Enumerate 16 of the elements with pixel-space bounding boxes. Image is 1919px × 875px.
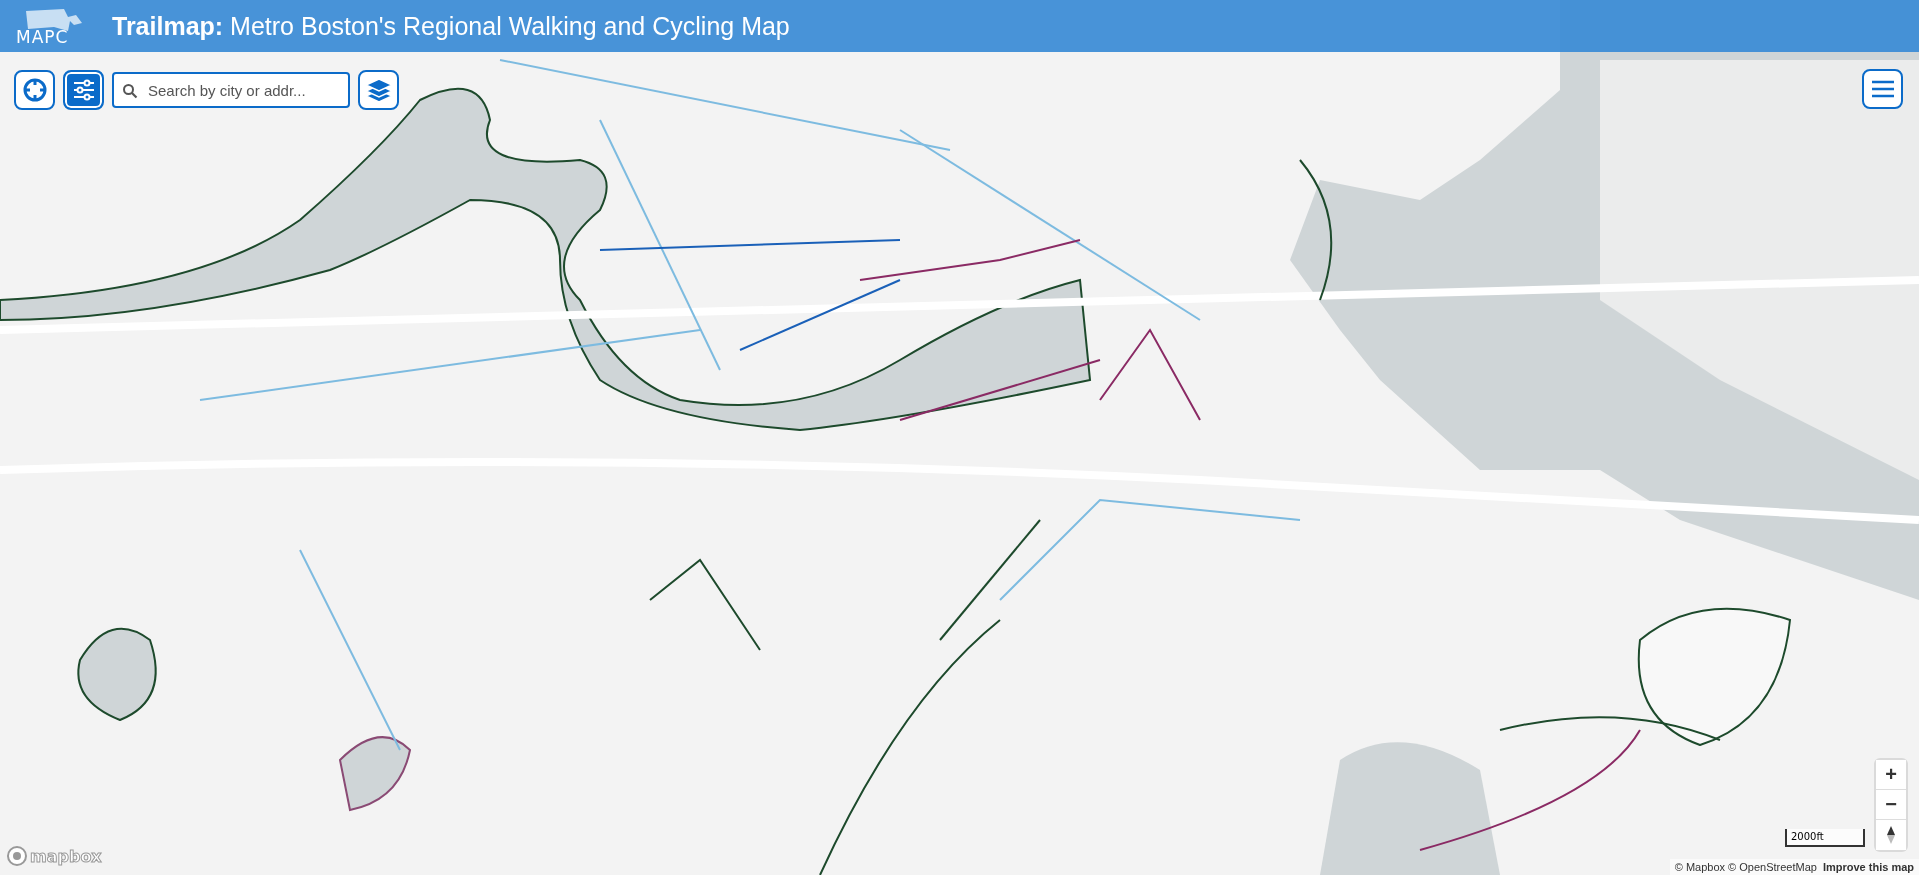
- app-title: Trailmap: Metro Boston's Regional Walking and Cycling Map: [112, 11, 790, 41]
- mapbox-wordmark: mapbox: [30, 846, 102, 866]
- menu-icon: [1870, 80, 1895, 98]
- filter-button[interactable]: [63, 70, 104, 110]
- attribution-text: © Mapbox © OpenStreetMap: [1674, 861, 1817, 873]
- logo-text: MAPC: [16, 27, 69, 47]
- scale-bar: 2000ft: [1785, 829, 1865, 847]
- improve-map-link[interactable]: Improve this map: [1822, 861, 1914, 873]
- menu-button[interactable]: [1862, 69, 1903, 109]
- search-field[interactable]: Search by city or addr...: [112, 72, 350, 108]
- zoom-in-button[interactable]: +: [1876, 760, 1906, 790]
- layers-button[interactable]: [358, 70, 399, 110]
- sliders-icon: [71, 79, 96, 101]
- compass-icon: [1886, 825, 1896, 845]
- crosshair-icon: [21, 77, 48, 103]
- locate-button[interactable]: [14, 70, 55, 110]
